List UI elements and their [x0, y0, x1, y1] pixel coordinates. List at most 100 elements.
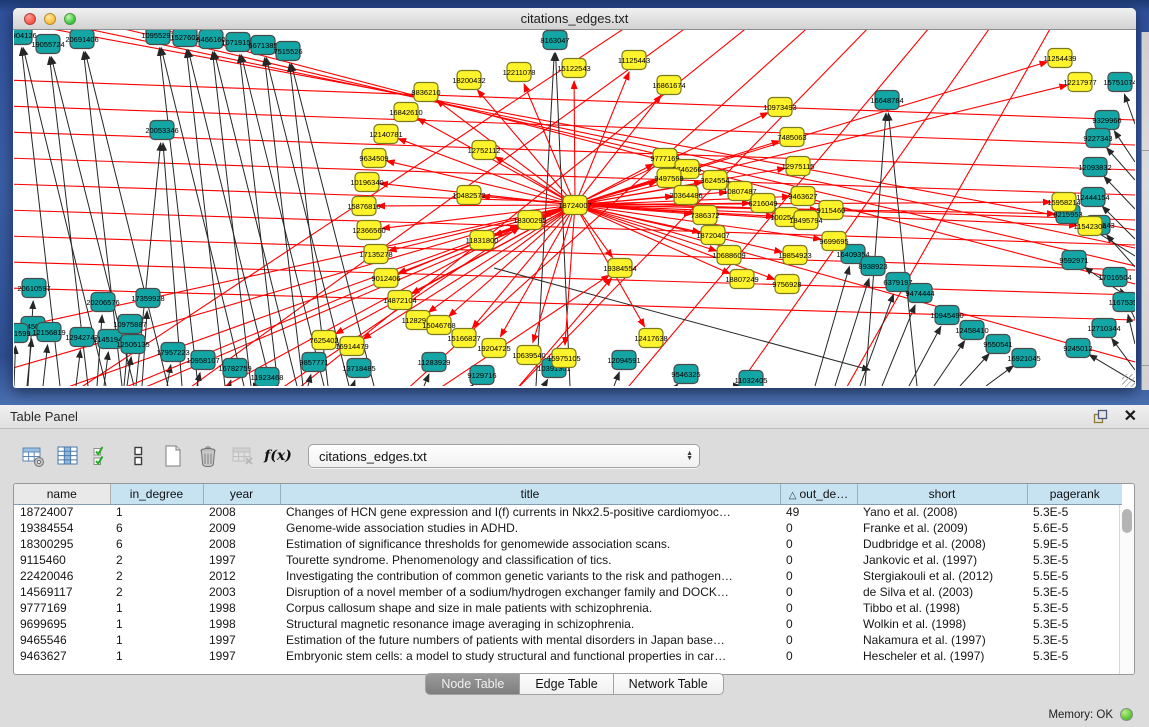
graph-node[interactable]: 18807249: [725, 270, 758, 289]
table-settings-icon[interactable]: [20, 443, 46, 469]
close-panel-icon[interactable]: ✕: [1124, 410, 1137, 424]
graph-node[interactable]: 7386372: [690, 206, 719, 225]
column-header-year[interactable]: year: [203, 484, 280, 504]
table-cell[interactable]: Changes of HCN gene expression and I(f) …: [280, 504, 780, 520]
graph-node[interactable]: 15046768: [422, 316, 455, 335]
graph-node[interactable]: 9756928: [772, 275, 801, 294]
table-cell[interactable]: 1: [110, 632, 203, 648]
table-cell[interactable]: 5.3E-5: [1027, 584, 1122, 600]
table-cell[interactable]: 6: [110, 520, 203, 536]
graph-node[interactable]: 15751074: [1103, 73, 1135, 92]
network-view-window[interactable]: citations_edges.txt 21904126190557242069…: [13, 8, 1136, 388]
table-cell[interactable]: 5.3E-5: [1027, 632, 1122, 648]
graph-node[interactable]: 1527602: [170, 30, 199, 47]
table-cell[interactable]: 2: [110, 584, 203, 600]
graph-node[interactable]: 11675358: [1109, 293, 1135, 312]
table-vertical-scrollbar[interactable]: [1119, 505, 1134, 674]
memory-status-indicator[interactable]: [1120, 708, 1133, 721]
graph-node[interactable]: 9550541: [983, 335, 1012, 354]
graph-node[interactable]: 13718485: [342, 359, 375, 378]
graph-node[interactable]: 11283929: [418, 353, 451, 372]
graph-node[interactable]: 17957223: [156, 343, 189, 362]
table-cell[interactable]: Estimation of the future numbers of pati…: [280, 632, 780, 648]
table-row[interactable]: 2242004622012Investigating the contribut…: [14, 568, 1122, 584]
graph-node[interactable]: 8938923: [858, 257, 887, 276]
table-row[interactable]: 977716911998Corpus callosum shape and si…: [14, 600, 1122, 616]
table-cell[interactable]: 1997: [203, 552, 280, 568]
graph-node[interactable]: 18724007: [558, 196, 591, 215]
table-cell[interactable]: 2: [110, 568, 203, 584]
float-panel-icon[interactable]: [1093, 409, 1108, 424]
graph-node[interactable]: 15122543: [557, 59, 590, 78]
graph-node[interactable]: 19204725: [477, 339, 510, 358]
table-row[interactable]: 1830029562008Estimation of significance …: [14, 536, 1122, 552]
table-cell[interactable]: 1998: [203, 616, 280, 632]
table-cell[interactable]: Corpus callosum shape and size in male p…: [280, 600, 780, 616]
table-cell[interactable]: 0: [780, 520, 857, 536]
graph-node[interactable]: 11125443: [618, 51, 650, 70]
graph-node[interactable]: 12366560: [352, 221, 385, 240]
table-cell[interactable]: 0: [780, 616, 857, 632]
graph-node[interactable]: 16648784: [870, 91, 903, 110]
table-row[interactable]: 946554611997Estimation of the future num…: [14, 632, 1122, 648]
table-cell[interactable]: Stergiakouli et al. (2012): [857, 568, 1027, 584]
table-cell[interactable]: 0: [780, 568, 857, 584]
graph-node[interactable]: 9857771: [299, 353, 328, 372]
table-cell[interactable]: Estimation of significance thresholds fo…: [280, 536, 780, 552]
table-row[interactable]: 1872400712008Changes of HCN gene express…: [14, 504, 1122, 520]
table-cell[interactable]: 5.3E-5: [1027, 552, 1122, 568]
graph-node[interactable]: 9245012: [1063, 339, 1092, 358]
table-cell[interactable]: 1: [110, 616, 203, 632]
column-header-name[interactable]: name: [14, 484, 110, 504]
table-cell[interactable]: 0: [780, 632, 857, 648]
graph-node[interactable]: 8163047: [540, 31, 569, 50]
column-header-short[interactable]: short: [857, 484, 1027, 504]
delete-row-trash-icon[interactable]: [195, 443, 221, 469]
table-cell[interactable]: Investigating the contribution of common…: [280, 568, 780, 584]
graph-node[interactable]: 11923468: [251, 368, 284, 387]
graph-node[interactable]: 9012406: [371, 269, 400, 288]
graph-node[interactable]: 18720407: [696, 226, 729, 245]
graph-node[interactable]: 16861674: [652, 76, 685, 95]
table-cell[interactable]: 0: [780, 648, 857, 664]
table-cell[interactable]: 14569117: [14, 584, 110, 600]
graph-node[interactable]: 10945490: [930, 306, 963, 325]
close-window-button[interactable]: [24, 13, 36, 25]
column-header-out_de[interactable]: △out_de…: [780, 484, 857, 504]
graph-node[interactable]: 12156819: [32, 323, 65, 342]
graph-node[interactable]: 12975115: [782, 157, 815, 176]
show-columns-icon[interactable]: [55, 443, 81, 469]
graph-node[interactable]: 9129716: [467, 366, 496, 385]
tab-network-table[interactable]: Network Table: [614, 673, 724, 695]
graph-node[interactable]: 11542304: [1074, 217, 1107, 236]
graph-node[interactable]: 7515526: [273, 42, 302, 61]
graph-node[interactable]: 8836210: [411, 83, 440, 102]
table-cell[interactable]: Embryonic stem cells: a model to study s…: [280, 648, 780, 664]
graph-node[interactable]: 7625402: [309, 331, 338, 350]
table-cell[interactable]: 19384554: [14, 520, 110, 536]
graph-node[interactable]: 9546325: [671, 365, 700, 384]
graph-node[interactable]: 20206576: [86, 293, 119, 312]
table-cell[interactable]: 18300295: [14, 536, 110, 552]
graph-node[interactable]: 16782759: [218, 359, 251, 378]
graph-node[interactable]: 6216049: [748, 194, 777, 213]
table-cell[interactable]: 5.3E-5: [1027, 504, 1122, 520]
graph-node[interactable]: 9329966: [1092, 111, 1121, 130]
table-cell[interactable]: Tourette syndrome. Phenomenology and cla…: [280, 552, 780, 568]
table-cell[interactable]: Tibbo et al. (1998): [857, 600, 1027, 616]
table-cell[interactable]: 2008: [203, 536, 280, 552]
graph-node[interactable]: 20364486: [669, 186, 702, 205]
graph-node[interactable]: 9592971: [1059, 251, 1088, 270]
table-row[interactable]: 911546021997Tourette syndrome. Phenomeno…: [14, 552, 1122, 568]
graph-node[interactable]: 9227343: [1083, 129, 1112, 148]
graph-node[interactable]: 12217977: [1063, 73, 1096, 92]
graph-node[interactable]: 11831800: [466, 231, 499, 250]
graph-node[interactable]: 12417638: [634, 329, 667, 348]
graph-node[interactable]: 15876810: [347, 197, 380, 216]
tab-edge-table[interactable]: Edge Table: [520, 673, 613, 695]
table-cell[interactable]: 0: [780, 600, 857, 616]
graph-node[interactable]: 10639540: [512, 346, 545, 365]
table-cell[interactable]: 2: [110, 552, 203, 568]
graph-node[interactable]: 14872104: [383, 291, 416, 310]
graph-node[interactable]: 15958214: [1047, 193, 1080, 212]
